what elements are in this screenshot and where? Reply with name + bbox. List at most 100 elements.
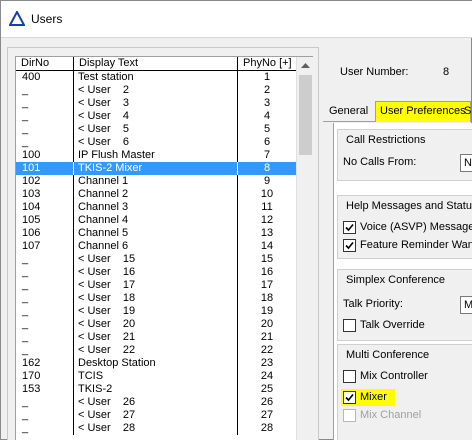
- list-row[interactable]: 400 Test station 1: [16, 71, 296, 84]
- simplex-conference-title: Simplex Conference: [346, 274, 446, 286]
- phyno-cell: 20: [260, 318, 274, 330]
- dirno-cell: 153: [16, 383, 74, 396]
- user-list[interactable]: DirNo Display Text PhyNo [+] 400 Test sta…: [15, 56, 313, 440]
- list-row[interactable]: _ < User 22 22: [16, 344, 296, 357]
- list-row[interactable]: 103 Channel 2 10: [16, 188, 296, 201]
- phyno-cell: 24: [260, 370, 274, 382]
- list-row[interactable]: _ < User 27 27: [16, 409, 296, 422]
- list-row[interactable]: _ < User 6 6: [16, 136, 296, 149]
- list-row[interactable]: _ < User 21 21: [16, 331, 296, 344]
- scroll-up-arrow-icon[interactable]: [297, 57, 314, 74]
- list-row[interactable]: _ < User 2 2: [16, 84, 296, 97]
- tab-more[interactable]: S: [464, 103, 471, 121]
- list-row[interactable]: 106 Channel 5 13: [16, 227, 296, 240]
- phyno-cell: 8: [263, 162, 271, 174]
- dirno-cell: 102: [16, 175, 74, 188]
- display-text-cell: Channel 1: [74, 175, 238, 188]
- column-header-dirno[interactable]: DirNo: [16, 57, 74, 71]
- phyno-cell: 19: [260, 305, 274, 317]
- display-text-cell: < User 28: [74, 422, 238, 435]
- column-header-display-text[interactable]: Display Text: [74, 57, 238, 71]
- list-row[interactable]: 104 Channel 3 11: [16, 201, 296, 214]
- multi-conference-group: Multi Conference Mix Controller Mixer Mi…: [337, 344, 472, 440]
- list-row[interactable]: 107 Channel 6 14: [16, 240, 296, 253]
- list-row[interactable]: _ < User 16 16: [16, 266, 296, 279]
- display-text-cell: < User 15: [74, 253, 238, 266]
- list-row[interactable]: 105 Channel 4 12: [16, 214, 296, 227]
- dirno-cell: 162: [16, 357, 74, 370]
- display-text-cell: < User 22: [74, 344, 238, 357]
- mix-controller-label: Mix Controller: [360, 370, 428, 382]
- checkbox-box: [343, 409, 356, 422]
- tab-user-preferences[interactable]: User Preferences: [375, 101, 471, 122]
- display-text-cell: Channel 3: [74, 201, 238, 214]
- column-header-phyno[interactable]: PhyNo [+]: [238, 57, 296, 71]
- talk-priority-dropdown[interactable]: M: [460, 296, 472, 314]
- checkbox-box[interactable]: [343, 391, 356, 404]
- dirno-cell: _: [16, 253, 74, 266]
- list-row[interactable]: _ < User 15 15: [16, 253, 296, 266]
- display-text-cell: < User 18: [74, 292, 238, 305]
- list-row[interactable]: 100 IP Flush Master 7: [16, 149, 296, 162]
- phyno-cell: 14: [260, 240, 274, 252]
- display-text-cell: < User 6: [74, 136, 238, 149]
- no-calls-from-label: No Calls From:: [343, 156, 417, 168]
- list-row[interactable]: 153 TKIS-2 25: [16, 383, 296, 396]
- list-row[interactable]: _ < User 19 19: [16, 305, 296, 318]
- dirno-cell: 105: [16, 214, 74, 227]
- simplex-conference-group: Simplex Conference Talk Priority: M Talk…: [337, 269, 472, 341]
- list-row[interactable]: _ < User 26 26: [16, 396, 296, 409]
- display-text-cell: < User 26: [74, 396, 238, 409]
- dirno-cell: 103: [16, 188, 74, 201]
- list-row[interactable]: _ < User 17 17: [16, 279, 296, 292]
- phyno-cell: 12: [260, 214, 274, 226]
- display-text-cell: Channel 4: [74, 214, 238, 227]
- phyno-cell: 22: [260, 344, 274, 356]
- phyno-cell: 2: [263, 84, 271, 96]
- dirno-cell: 101: [16, 162, 74, 175]
- phyno-cell: 17: [260, 279, 274, 291]
- dirno-cell: 100: [16, 149, 74, 162]
- dirno-cell: 106: [16, 227, 74, 240]
- list-row[interactable]: 101 TKIS-2 Mixer 8: [16, 162, 296, 175]
- mixer-checkbox[interactable]: Mixer: [341, 389, 395, 406]
- dirno-cell: _: [16, 110, 74, 123]
- details-tabs: General User Preferences S: [323, 100, 472, 122]
- display-text-cell: TKIS-2 Mixer: [74, 162, 238, 175]
- mix-channel-label: Mix Channel: [360, 409, 422, 421]
- checkbox-box[interactable]: [343, 370, 356, 383]
- user-number-label: User Number:: [340, 66, 409, 78]
- list-row[interactable]: _ < User 5 5: [16, 123, 296, 136]
- call-restrictions-title: Call Restrictions: [346, 134, 426, 146]
- list-row[interactable]: _ < User 20 20: [16, 318, 296, 331]
- user-number-value: 8: [443, 66, 450, 78]
- checkbox-box[interactable]: [343, 239, 356, 252]
- voice-message-label: Voice (ASVP) Message T: [360, 221, 472, 233]
- display-text-cell: < User 27: [74, 409, 238, 422]
- list-row[interactable]: 102 Channel 1 9: [16, 175, 296, 188]
- dirno-cell: _: [16, 266, 74, 279]
- list-row[interactable]: 162 Desktop Station 23: [16, 357, 296, 370]
- list-row[interactable]: _ < User 4 4: [16, 110, 296, 123]
- tab-general[interactable]: General: [329, 103, 368, 121]
- list-row[interactable]: 170 TCIS 24: [16, 370, 296, 383]
- no-calls-from-dropdown[interactable]: N: [460, 154, 472, 172]
- vertical-scrollbar[interactable]: [296, 57, 313, 440]
- display-text-cell: Channel 6: [74, 240, 238, 253]
- list-row[interactable]: _ < User 28 28: [16, 422, 296, 435]
- scrollbar-thumb[interactable]: [299, 75, 312, 155]
- checkbox-box[interactable]: [343, 221, 356, 234]
- display-text-cell: < User 5: [74, 123, 238, 136]
- checkbox-box[interactable]: [343, 319, 356, 332]
- list-rows: 400 Test station 1 _ < User 2 2 _ < User 3 3 _ < U…: [16, 71, 296, 435]
- window-title: Users: [31, 12, 63, 26]
- phyno-cell: 15: [260, 253, 274, 265]
- phyno-cell: 3: [263, 97, 271, 109]
- display-text-cell: TKIS-2: [74, 383, 238, 396]
- title-bar: Users: [1, 1, 472, 38]
- list-row[interactable]: _ < User 18 18: [16, 292, 296, 305]
- phyno-cell: 21: [260, 331, 274, 343]
- talk-priority-label: Talk Priority:: [343, 298, 403, 310]
- display-text-cell: Channel 5: [74, 227, 238, 240]
- list-row[interactable]: _ < User 3 3: [16, 97, 296, 110]
